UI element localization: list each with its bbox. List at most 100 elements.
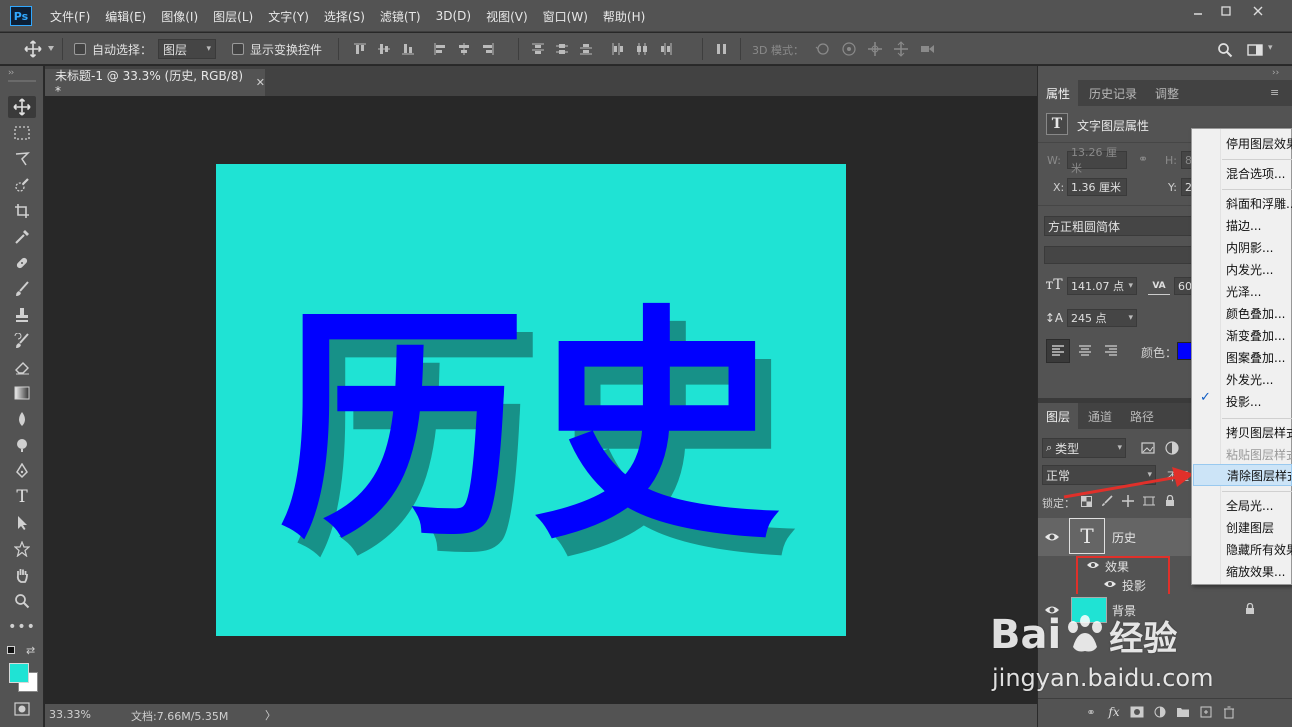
menu-item-satin[interactable]: 光泽... — [1226, 280, 1292, 302]
menu-item-pattern-overlay[interactable]: 图案叠加... — [1226, 346, 1292, 368]
close-tab-icon[interactable]: ✕ — [256, 76, 265, 89]
tab-history[interactable]: 历史记录 — [1081, 80, 1145, 106]
menu-item-outer-glow[interactable]: 外发光... — [1226, 368, 1292, 390]
menu-help[interactable]: 帮助(H) — [603, 8, 645, 25]
menu-item-scale-effects[interactable]: 缩放效果... — [1226, 560, 1292, 582]
menu-edit[interactable]: 编辑(E) — [105, 8, 146, 25]
x-field[interactable]: 1.36 厘米 — [1067, 178, 1127, 196]
brush-tool-icon[interactable] — [8, 278, 36, 300]
3d-scale-icon[interactable] — [919, 41, 935, 57]
panel-menu-icon[interactable]: ≡ — [1270, 86, 1279, 99]
menu-item-color-overlay[interactable]: 颜色叠加... — [1226, 302, 1292, 324]
menu-select[interactable]: 选择(S) — [324, 8, 365, 25]
3d-pan-icon[interactable] — [867, 41, 883, 57]
font-style-dropdown[interactable] — [1044, 246, 1194, 264]
menu-file[interactable]: 文件(F) — [50, 8, 90, 25]
tab-adjustments[interactable]: 调整 — [1147, 80, 1187, 106]
align-hcenter-icon[interactable] — [456, 42, 472, 56]
path-selection-tool-icon[interactable] — [8, 512, 36, 534]
tab-paths[interactable]: 路径 — [1122, 403, 1162, 429]
new-group-icon[interactable] — [1176, 705, 1190, 719]
menu-item-bevel-emboss[interactable]: 斜面和浮雕... — [1226, 192, 1292, 214]
menu-item-drop-shadow[interactable]: 投影... — [1226, 390, 1292, 412]
add-mask-icon[interactable] — [1130, 705, 1144, 719]
menu-item-inner-shadow[interactable]: 内阴影... — [1226, 236, 1292, 258]
menu-view[interactable]: 视图(V) — [486, 8, 528, 25]
menu-item-stroke[interactable]: 描边... — [1226, 214, 1292, 236]
align-right-icon[interactable] — [480, 42, 496, 56]
menu-layer[interactable]: 图层(L) — [213, 8, 253, 25]
zoom-level[interactable]: 33.33% — [49, 708, 91, 721]
history-brush-tool-icon[interactable] — [8, 330, 36, 352]
auto-align-icon[interactable] — [714, 42, 730, 56]
distribute-bottom-icon[interactable] — [578, 42, 594, 56]
stamp-tool-icon[interactable] — [8, 304, 36, 326]
menu-item-disable-effects[interactable]: 停用图层效果 — [1226, 132, 1292, 154]
tracking-field[interactable]: 60 — [1174, 277, 1192, 295]
healing-brush-tool-icon[interactable] — [8, 252, 36, 274]
close-icon[interactable] — [1244, 2, 1272, 20]
menu-item-gradient-overlay[interactable]: 渐变叠加... — [1226, 324, 1292, 346]
swap-colors-icon[interactable]: ⇄ — [26, 644, 35, 657]
zoom-tool-icon[interactable] — [8, 590, 36, 612]
delete-layer-icon[interactable] — [1222, 705, 1236, 719]
menu-image[interactable]: 图像(I) — [161, 8, 198, 25]
more-tools-icon[interactable]: ••• — [8, 616, 36, 638]
width-field[interactable]: 13.26 厘米 — [1067, 146, 1127, 175]
distribute-left-icon[interactable] — [610, 42, 626, 56]
distribute-vcenter-icon[interactable] — [554, 42, 570, 56]
dodge-tool-icon[interactable] — [8, 434, 36, 456]
auto-select-target-dropdown[interactable]: 图层 ▾ — [158, 39, 216, 59]
move-tool-icon[interactable] — [8, 96, 36, 118]
eyedropper-tool-icon[interactable] — [8, 226, 36, 248]
maximize-icon[interactable] — [1212, 2, 1240, 20]
align-left-icon[interactable] — [432, 42, 448, 56]
new-layer-icon[interactable] — [1199, 705, 1213, 719]
leading-field[interactable]: 245 点 ▾ — [1067, 309, 1137, 327]
link-icon[interactable]: ⚭ — [1136, 152, 1150, 166]
menu-item-inner-glow[interactable]: 内发光... — [1226, 258, 1292, 280]
marquee-tool-icon[interactable] — [8, 122, 36, 144]
align-top-icon[interactable] — [352, 42, 368, 56]
quick-select-tool-icon[interactable] — [8, 174, 36, 196]
crop-tool-icon[interactable] — [8, 200, 36, 222]
menu-3d[interactable]: 3D(D) — [436, 9, 471, 23]
lasso-tool-icon[interactable] — [8, 148, 36, 170]
auto-select-checkbox[interactable] — [74, 43, 86, 55]
default-colors-icon[interactable] — [7, 646, 15, 654]
link-layers-icon[interactable]: ⚭ — [1084, 705, 1098, 719]
align-right-text-icon[interactable] — [1099, 339, 1123, 363]
workspace-chevron-icon[interactable]: ▾ — [1268, 43, 1273, 53]
menu-item-hide-all-effects[interactable]: 隐藏所有效果 — [1226, 538, 1292, 560]
tab-layers[interactable]: 图层 — [1038, 403, 1079, 429]
show-transform-checkbox[interactable] — [232, 43, 244, 55]
filter-adjustment-icon[interactable] — [1164, 440, 1180, 456]
menu-item-global-light[interactable]: 全局光... — [1226, 494, 1292, 516]
menu-type[interactable]: 文字(Y) — [268, 8, 309, 25]
blur-tool-icon[interactable] — [8, 408, 36, 430]
distribute-top-icon[interactable] — [530, 42, 546, 56]
adjustment-layer-icon[interactable] — [1153, 705, 1167, 719]
pen-tool-icon[interactable] — [8, 460, 36, 482]
font-family-dropdown[interactable]: 方正粗圆简体 — [1044, 216, 1194, 236]
3d-slide-icon[interactable] — [893, 41, 909, 57]
gradient-tool-icon[interactable] — [8, 382, 36, 404]
document-tab[interactable]: 未标题-1 @ 33.3% (历史, RGB/8) * ✕ — [45, 69, 265, 98]
text-layer-thumbnail-icon[interactable]: T — [1069, 518, 1105, 554]
tool-preset-chevron-icon[interactable] — [48, 46, 54, 51]
distribute-right-icon[interactable] — [658, 42, 674, 56]
minimize-icon[interactable] — [1184, 2, 1212, 20]
align-vcenter-icon[interactable] — [376, 42, 392, 56]
artboard[interactable]: 历史 历史 — [216, 164, 846, 636]
move-tool-icon[interactable] — [22, 39, 44, 59]
layer-filter-dropdown[interactable]: ⌕ 类型 ▾ — [1042, 438, 1126, 458]
menu-window[interactable]: 窗口(W) — [543, 8, 588, 25]
foreground-color-swatch[interactable] — [9, 663, 29, 683]
align-left-text-icon[interactable] — [1046, 339, 1070, 363]
menu-item-create-layer[interactable]: 创建图层 — [1226, 516, 1292, 538]
menu-item-copy-style[interactable]: 拷贝图层样式 — [1226, 421, 1292, 443]
menu-filter[interactable]: 滤镜(T) — [380, 8, 421, 25]
workspace-icon[interactable] — [1246, 41, 1264, 59]
custom-shape-tool-icon[interactable] — [8, 538, 36, 560]
type-tool-icon[interactable]: T — [8, 486, 36, 508]
